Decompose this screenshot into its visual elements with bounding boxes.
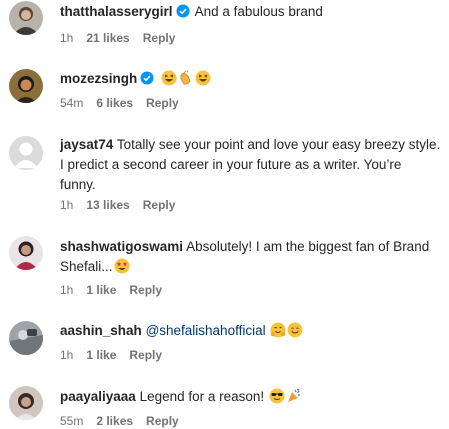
mention-link[interactable]: @shefalishahofficial <box>146 323 266 338</box>
smiling-face-icon <box>287 322 303 344</box>
hugging-face-icon <box>270 322 286 344</box>
comment-likes[interactable]: 6 likes <box>96 95 133 111</box>
comment-text: Shefali... <box>60 259 113 274</box>
comment-time: 1h <box>60 283 74 297</box>
comment-likes[interactable]: 21 likes <box>86 30 129 46</box>
grinning-squinting-face-icon <box>195 70 211 92</box>
comment-username[interactable]: aashin_shah <box>60 323 142 338</box>
verified-badge-icon <box>140 71 154 91</box>
comment-time: 55m <box>60 414 84 428</box>
sunglasses-face-icon <box>269 388 285 410</box>
comment-item: mozezsingh 54m 6 likes Reply <box>0 66 449 122</box>
comment-text: Totally see your point and love your eas… <box>116 137 441 152</box>
party-popper-icon <box>286 388 302 410</box>
avatar[interactable] <box>9 136 43 170</box>
comment-time: 1h <box>60 348 74 362</box>
reply-button[interactable]: Reply <box>129 347 162 363</box>
reply-button[interactable]: Reply <box>129 282 162 298</box>
reply-button[interactable]: Reply <box>146 413 179 429</box>
avatar[interactable] <box>9 386 43 420</box>
verified-badge-icon <box>176 4 190 24</box>
comment-likes[interactable]: 13 likes <box>86 197 129 213</box>
comment-username[interactable]: thatthalasserygirl <box>60 4 173 19</box>
clapping-hands-icon <box>178 70 194 92</box>
grinning-squinting-face-icon <box>161 70 177 92</box>
star-struck-face-icon <box>114 258 130 280</box>
comment-item: jaysat74 Totally see your point and love… <box>0 133 449 218</box>
comment-text: Absolutely! I am the biggest fan of Bran… <box>186 239 430 254</box>
reply-button[interactable]: Reply <box>146 95 179 111</box>
comment-text: Legend for a reason! <box>139 389 265 404</box>
comment-time: 54m <box>60 96 84 110</box>
comment-username[interactable]: jaysat74 <box>60 137 113 152</box>
comment-time: 1h <box>60 31 74 45</box>
comment-likes[interactable]: 1 like <box>86 347 116 363</box>
comment-likes[interactable]: 2 likes <box>96 413 133 429</box>
comment-item: aashin_shah @shefalishahofficial 1h 1 lik… <box>0 318 449 368</box>
avatar[interactable] <box>9 321 43 355</box>
comment-item: shashwatigoswami Absolutely! I am the bi… <box>0 234 449 300</box>
comment-item: paayaliyaaa Legend for a reason! 55m 2 li… <box>0 384 449 428</box>
avatar[interactable] <box>9 236 43 270</box>
reply-button[interactable]: Reply <box>143 197 176 213</box>
reply-button[interactable]: Reply <box>143 30 176 46</box>
comment-username[interactable]: shashwatigoswami <box>60 239 183 254</box>
comment-text: I predict a second career in your future… <box>60 157 402 172</box>
comment-likes[interactable]: 1 like <box>86 282 116 298</box>
comment-username[interactable]: paayaliyaaa <box>60 389 136 404</box>
comment-text: And a fabulous brand <box>194 4 323 19</box>
comment-item: thatthalasserygirl And a fabulous brand … <box>0 0 449 55</box>
avatar[interactable] <box>9 69 43 103</box>
avatar[interactable] <box>9 1 43 35</box>
comment-time: 1h <box>60 198 74 212</box>
comment-text: funny. <box>60 177 96 192</box>
comment-username[interactable]: mozezsingh <box>60 71 137 86</box>
